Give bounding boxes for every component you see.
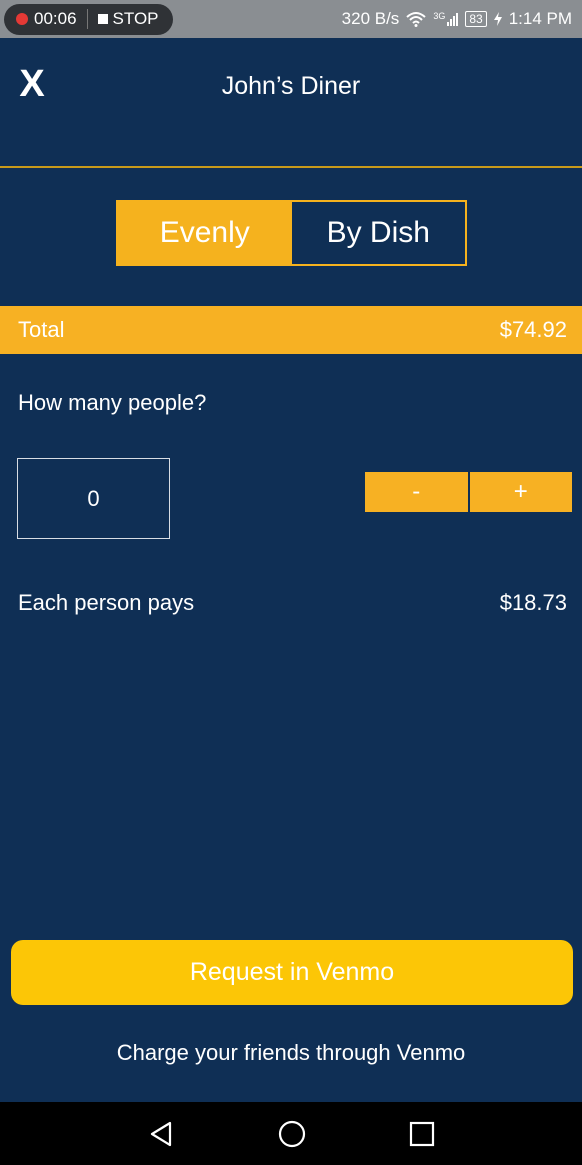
screen-recorder-pill[interactable]: 00:06 STOP xyxy=(4,3,173,35)
recording-time: 00:06 xyxy=(34,9,77,28)
increment-button[interactable]: + xyxy=(469,472,572,512)
people-question: How many people? xyxy=(18,390,207,415)
each-person-row: Each person pays $18.73 xyxy=(18,590,567,616)
header xyxy=(0,38,582,166)
total-amount: $74.92 xyxy=(499,317,567,342)
record-dot-icon xyxy=(16,13,28,25)
recorder-divider xyxy=(86,9,88,29)
header-divider xyxy=(0,166,582,168)
total-label: Total xyxy=(18,317,65,342)
tab-by-dish[interactable]: By Dish xyxy=(291,202,465,264)
each-person-amount: $18.73 xyxy=(499,590,567,615)
wifi-icon xyxy=(406,12,426,27)
recents-square-icon[interactable] xyxy=(407,1119,437,1149)
network-type: 3G xyxy=(433,11,446,21)
navigation-bar xyxy=(0,1102,582,1165)
clock: 1:14 PM xyxy=(508,9,572,28)
people-count-field[interactable]: 0 xyxy=(17,458,170,539)
people-stepper: - + xyxy=(365,472,572,512)
decrement-button[interactable]: - xyxy=(365,472,468,512)
app-screen: 00:06 STOP 320 B/s 3G 83 1:14 PM X John’… xyxy=(0,0,582,1165)
back-triangle-icon[interactable] xyxy=(146,1119,176,1149)
charging-icon xyxy=(493,12,502,26)
battery-level: 83 xyxy=(469,12,483,26)
status-bar: 00:06 STOP 320 B/s 3G 83 1:14 PM xyxy=(0,0,582,38)
tab-evenly[interactable]: Evenly xyxy=(118,202,292,264)
status-indicators: 320 B/s 3G 83 1:14 PM xyxy=(342,9,572,29)
network-speed: 320 B/s xyxy=(341,9,400,28)
total-bar: Total $74.92 xyxy=(0,306,582,354)
stop-label[interactable]: STOP xyxy=(113,9,159,29)
split-mode-toggle: Evenly By Dish xyxy=(116,200,467,266)
people-count-value: 0 xyxy=(87,485,100,511)
request-venmo-button[interactable]: Request in Venmo xyxy=(11,940,573,1005)
venmo-caption: Charge your friends through Venmo xyxy=(116,1040,466,1065)
page-title: John’s Diner xyxy=(221,72,361,100)
each-person-label: Each person pays xyxy=(18,590,195,615)
home-circle-icon[interactable] xyxy=(277,1119,307,1149)
battery-icon: 83 xyxy=(465,11,487,27)
signal-icon xyxy=(447,12,459,26)
stop-square-icon xyxy=(97,14,108,24)
